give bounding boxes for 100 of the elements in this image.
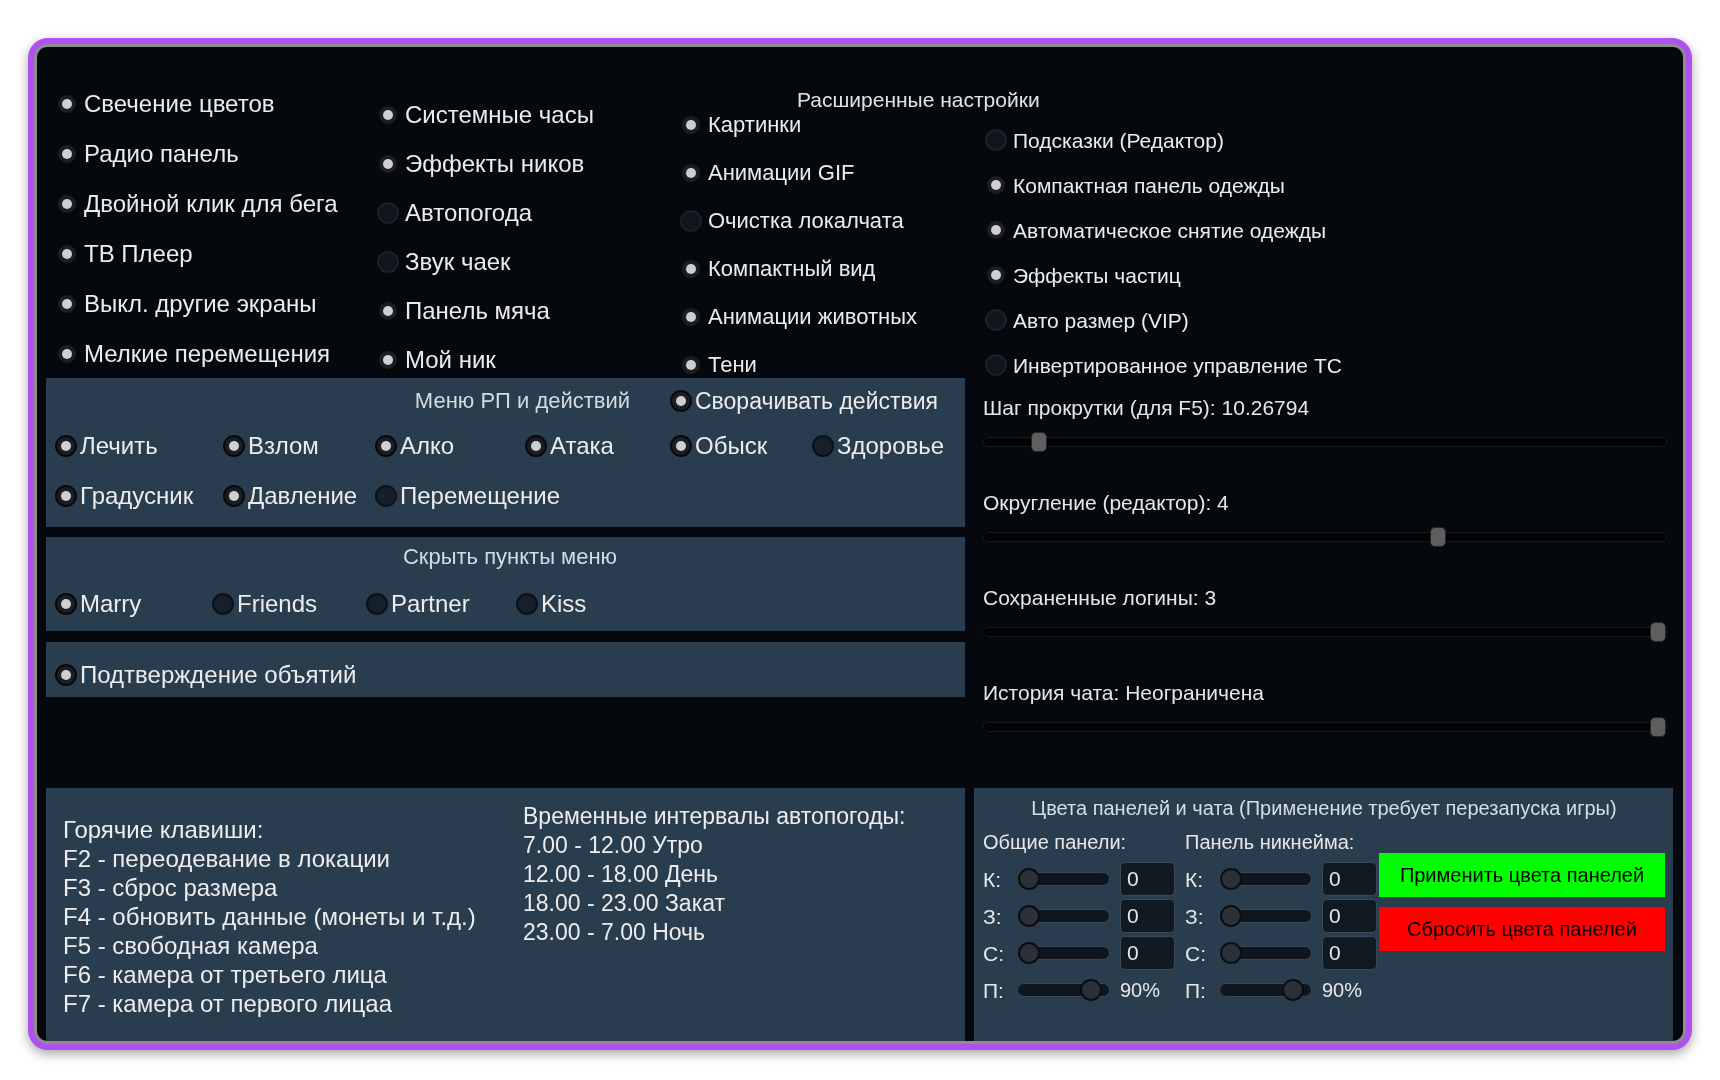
slider-thumb[interactable] — [1220, 905, 1242, 927]
value-field[interactable]: 0 — [1322, 936, 1377, 970]
checkbox[interactable] — [680, 306, 702, 328]
value-field[interactable]: 0 — [1322, 862, 1377, 896]
hotkeys-heading: Горячие клавиши: — [63, 815, 265, 844]
checkbox[interactable] — [680, 114, 702, 136]
checkbox[interactable] — [670, 435, 692, 457]
checkbox[interactable] — [985, 219, 1007, 241]
checkbox[interactable] — [985, 309, 1007, 331]
option-label: Атака — [550, 434, 614, 458]
value-field[interactable]: 0 — [1120, 862, 1175, 896]
checkbox[interactable] — [680, 354, 702, 376]
channel-label: З: — [1185, 905, 1205, 927]
checkbox[interactable] — [56, 143, 78, 165]
action-button[interactable]: Применить цвета панелей — [1379, 853, 1665, 897]
option-label: Partner — [391, 592, 470, 616]
checkbox[interactable] — [55, 485, 77, 507]
checkbox[interactable] — [377, 300, 399, 322]
section-heading: Расширенные настройки — [797, 88, 1040, 111]
checkbox[interactable] — [985, 264, 1007, 286]
checkbox[interactable] — [56, 343, 78, 365]
checkbox[interactable] — [680, 258, 702, 280]
hotkey-text: F2 - переодевание в локации — [63, 844, 392, 873]
checkbox[interactable] — [525, 435, 547, 457]
checkbox[interactable] — [223, 485, 245, 507]
checkbox[interactable] — [377, 251, 399, 273]
checkbox[interactable] — [670, 390, 692, 412]
option-label: Свечение цветов — [84, 92, 275, 116]
checkbox[interactable] — [377, 202, 399, 224]
option-label: Эффекты ников — [405, 152, 585, 176]
checkbox[interactable] — [56, 243, 78, 265]
checkbox[interactable] — [985, 174, 1007, 196]
checkbox[interactable] — [812, 435, 834, 457]
option-label: Очистка локалчата — [708, 210, 904, 232]
checkbox[interactable] — [377, 153, 399, 175]
option-label: Алко — [400, 434, 455, 458]
channel-label: П: — [1185, 979, 1207, 1001]
checkbox[interactable] — [516, 593, 538, 615]
slider-thumb[interactable] — [1018, 905, 1040, 927]
checkbox[interactable] — [375, 435, 397, 457]
channel-label: С: — [983, 942, 1005, 964]
option-label: Давление — [248, 484, 358, 508]
checkbox[interactable] — [985, 129, 1007, 151]
slider-thumb[interactable] — [1430, 527, 1447, 547]
checkbox[interactable] — [212, 593, 234, 615]
option-label: Мой ник — [405, 348, 496, 372]
slider-label: Сохраненные логины: 3 — [983, 586, 1218, 610]
checkbox[interactable] — [985, 354, 1007, 376]
checkbox[interactable] — [680, 162, 702, 184]
option-label: Лечить — [80, 434, 158, 458]
option-label: Градусник — [80, 484, 194, 508]
weather-text: 23.00 - 7.00 Ночь — [523, 918, 706, 947]
checkbox[interactable] — [56, 93, 78, 115]
value-field[interactable]: 0 — [1322, 899, 1377, 933]
value-field[interactable]: 0 — [1120, 936, 1175, 970]
channel-label: З: — [983, 905, 1003, 927]
channel-label: К: — [983, 868, 1003, 890]
percent-text: 90% — [1120, 980, 1162, 1000]
checkbox[interactable] — [55, 435, 77, 457]
checkbox[interactable] — [680, 210, 702, 232]
channel-label: С: — [1185, 942, 1207, 964]
option-label: Здоровье — [837, 434, 945, 458]
slider-thumb[interactable] — [1650, 717, 1666, 737]
hotkey-text: F5 - свободная камера — [63, 931, 319, 960]
weather-text: 12.00 - 18.00 День — [523, 860, 719, 889]
section-heading: Цвета панелей и чата (Применение требует перезапуска игры) — [1031, 796, 1617, 820]
checkbox[interactable] — [377, 104, 399, 126]
option-label: Двойной клик для бега — [84, 192, 338, 216]
option-label: Тени — [708, 354, 757, 376]
slider-thumb[interactable] — [1018, 942, 1040, 964]
slider-thumb[interactable] — [1220, 942, 1242, 964]
slider-thumb[interactable] — [1080, 979, 1103, 1001]
channel-label: К: — [1185, 868, 1205, 890]
option-label: Звук чаек — [405, 250, 511, 274]
weather-text: 7.00 - 12.00 Утро — [523, 831, 704, 860]
slider-thumb[interactable] — [1650, 622, 1666, 642]
checkbox[interactable] — [55, 664, 77, 686]
slider-thumb[interactable] — [1030, 432, 1047, 452]
checkbox[interactable] — [375, 485, 397, 507]
checkbox[interactable] — [366, 593, 388, 615]
checkbox[interactable] — [56, 193, 78, 215]
group-title: Панель никнейма: — [1185, 830, 1356, 854]
slider-thumb[interactable] — [1018, 868, 1040, 890]
value-field[interactable]: 0 — [1120, 899, 1175, 933]
option-label: Анимации животных — [708, 306, 917, 328]
checkbox[interactable] — [56, 293, 78, 315]
checkbox[interactable] — [55, 593, 77, 615]
option-label: Компактный вид — [708, 258, 876, 280]
slider-thumb[interactable] — [1220, 868, 1242, 890]
action-button[interactable]: Сбросить цвета панелей — [1379, 907, 1665, 951]
slider-thumb[interactable] — [1282, 979, 1305, 1001]
option-label: Подтверждение объятий — [80, 663, 357, 687]
option-label: ТВ Плеер — [84, 242, 193, 266]
option-label: Выкл. другие экраны — [84, 292, 317, 316]
checkbox[interactable] — [377, 349, 399, 371]
section-heading: Скрыть пункты меню — [402, 544, 618, 570]
hotkey-text: F6 - камера от третьего лица — [63, 960, 388, 989]
checkbox[interactable] — [223, 435, 245, 457]
channel-label: П: — [983, 979, 1005, 1001]
option-label: Панель мяча — [405, 299, 550, 323]
